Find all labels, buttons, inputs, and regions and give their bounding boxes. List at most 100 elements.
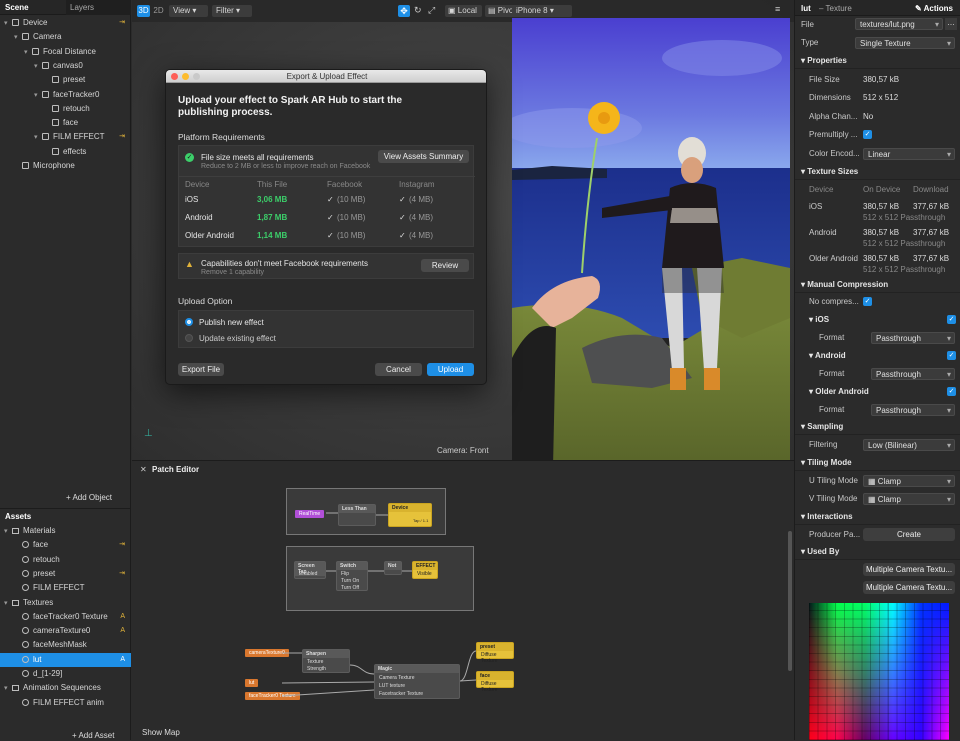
actions-button[interactable]: ✎ Actions <box>915 4 953 13</box>
less-than-node[interactable]: Less Than <box>338 504 376 526</box>
device-select[interactable]: iPhone 8 ▾ <box>512 5 572 17</box>
add-asset-button[interactable]: + Add Asset <box>72 731 114 740</box>
preset-output-node[interactable]: preset Diffuse Texture <box>476 642 514 664</box>
older-android-subsection[interactable]: ▾ Older Android <box>795 383 960 400</box>
cancel-button[interactable]: Cancel <box>375 363 422 376</box>
update-existing-label[interactable]: Update existing effect <box>199 334 276 343</box>
close-patch-editor-icon[interactable]: ✕ <box>140 465 147 474</box>
switch-node[interactable]: Switch Flip Turn On Turn Off <box>336 561 368 591</box>
older-android-format-select[interactable]: Passthrough <box>871 404 955 416</box>
expand-arrow-icon[interactable]: ▾ <box>24 46 32 60</box>
assets-tree-item[interactable]: ▾ Materials <box>0 524 131 538</box>
used-by-item-1[interactable]: Multiple Camera Textu... <box>863 563 955 576</box>
used-by-item-2[interactable]: Multiple Camera Textu... <box>863 581 955 594</box>
used-by-section[interactable]: ▾ Used By <box>795 544 960 560</box>
magic-node[interactable]: Magic Camera Texture LUT texture Facetracke… <box>374 664 460 699</box>
ios-subsection[interactable]: ▾ iOS <box>795 311 960 328</box>
realtime-node[interactable]: RealTime <box>295 510 325 518</box>
scene-tree-item[interactable]: ▾ Focal Distance <box>0 45 131 59</box>
sharpen-node[interactable]: Sharpen Texture Strength <box>302 649 350 673</box>
properties-section[interactable]: ▾ Properties <box>795 53 960 69</box>
export-file-button[interactable]: Export File <box>178 363 224 376</box>
move-tool-icon[interactable]: ✥ <box>398 5 410 17</box>
simulator-preview[interactable] <box>512 18 790 460</box>
tab-scene[interactable]: Scene <box>5 3 29 12</box>
scene-tree-item[interactable]: retouch <box>0 102 131 116</box>
older-android-checkbox[interactable]: ✓ <box>947 387 956 396</box>
local-toggle[interactable]: ▣ Local <box>445 5 482 17</box>
face-output-node[interactable]: face Diffuse Texture <box>476 671 514 693</box>
scene-tree-item[interactable]: Microphone <box>0 159 131 173</box>
assets-tree-item[interactable]: d_[1-29] <box>0 667 131 681</box>
expand-arrow-icon[interactable]: ▾ <box>34 89 42 103</box>
view-assets-summary-button[interactable]: View Assets Summary <box>378 150 469 163</box>
cameratexture0-node[interactable]: cameraTexture0 <box>245 649 289 657</box>
android-format-select[interactable]: Passthrough <box>871 368 955 380</box>
upload-button[interactable]: Upload <box>427 363 474 376</box>
expand-arrow-icon[interactable]: ▾ <box>4 597 12 611</box>
assets-tree-item[interactable]: FILM EFFECT <box>0 581 131 595</box>
tab-layers[interactable]: Layers <box>66 0 131 15</box>
rotate-tool-icon[interactable]: ↻ <box>414 5 422 16</box>
filtering-select[interactable]: Low (Bilinear) <box>863 439 955 451</box>
device-node[interactable]: Device Tap / 1.1 <box>388 503 432 527</box>
expand-arrow-icon[interactable]: ▾ <box>4 682 12 696</box>
create-producer-button[interactable]: Create <box>863 528 955 541</box>
update-existing-radio[interactable] <box>185 334 193 342</box>
mode-2d-button[interactable]: 2D <box>152 5 165 17</box>
v-tiling-select[interactable]: ▦ Clamp <box>863 493 955 505</box>
expand-arrow-icon[interactable]: ▾ <box>34 60 42 74</box>
lut-node[interactable]: lut <box>245 679 259 687</box>
scene-tree-item[interactable]: ▾ faceTracker0 <box>0 88 131 102</box>
manual-compression-section[interactable]: ▾ Manual Compression <box>795 277 960 293</box>
scene-tree-item[interactable]: preset <box>0 73 131 87</box>
assets-tree-item[interactable]: preset ⇥ <box>0 567 131 581</box>
scene-tree-item[interactable]: face <box>0 116 131 130</box>
android-subsection[interactable]: ▾ Android <box>795 347 960 364</box>
assets-tree-item[interactable]: lut A <box>0 652 131 667</box>
show-map-button[interactable]: Show Map <box>142 728 180 737</box>
scene-tree-item[interactable]: ▾ FILM EFFECT ⇥ <box>0 130 131 144</box>
interactions-section[interactable]: ▾ Interactions <box>795 509 960 525</box>
expand-arrow-icon[interactable]: ▾ <box>4 17 12 31</box>
assets-tree-item[interactable]: ▾ Animation Sequences <box>0 681 131 695</box>
publish-new-radio[interactable] <box>185 318 193 326</box>
review-button[interactable]: Review <box>421 259 469 272</box>
mode-3d-button[interactable]: 3D <box>137 5 150 17</box>
view-menu[interactable]: View ▾ <box>169 5 208 17</box>
assets-tree-item[interactable]: cameraTexture0 A <box>0 624 131 638</box>
scale-tool-icon[interactable]: ⤢ <box>428 5 435 16</box>
publish-new-label[interactable]: Publish new effect <box>199 318 264 327</box>
color-encoding-select[interactable]: Linear <box>863 148 955 160</box>
android-checkbox[interactable]: ✓ <box>947 351 956 360</box>
expand-arrow-icon[interactable]: ▾ <box>14 31 22 45</box>
file-field[interactable]: textures/lut.png <box>855 18 943 30</box>
expand-arrow-icon[interactable]: ▾ <box>4 525 12 539</box>
ios-checkbox[interactable]: ✓ <box>947 315 956 324</box>
assets-tree-item[interactable]: retouch <box>0 553 131 567</box>
add-object-button[interactable]: + Add Object <box>66 493 112 502</box>
not-node[interactable]: Not <box>384 561 402 575</box>
texture-sizes-section[interactable]: ▾ Texture Sizes <box>795 164 960 180</box>
sampling-section[interactable]: ▾ Sampling <box>795 419 960 435</box>
assets-tree-item[interactable]: faceTracker0 Texture A <box>0 610 131 624</box>
menu-icon[interactable]: ≡ <box>775 4 780 14</box>
assets-tree-item[interactable]: face ⇥ <box>0 538 131 552</box>
patch-scrollbar[interactable] <box>788 531 792 671</box>
effect-node[interactable]: EFFECT Visible <box>412 561 438 579</box>
scene-tree-item[interactable]: ▾ Camera <box>0 30 131 44</box>
u-tiling-select[interactable]: ▦ Clamp <box>863 475 955 487</box>
assets-tree-item[interactable]: FILM EFFECT anim <box>0 696 131 710</box>
type-select[interactable]: Single Texture <box>855 37 955 49</box>
premultiply-checkbox[interactable]: ✓ <box>863 130 872 139</box>
scene-tree-item[interactable]: ▾ Device ⇥ <box>0 16 131 30</box>
assets-tree-item[interactable]: faceMeshMask <box>0 638 131 652</box>
facetracker0-texture-node[interactable]: faceTracker0 Texture <box>245 692 300 700</box>
filter-menu[interactable]: Filter ▾ <box>212 5 252 17</box>
screen-tap-node[interactable]: Screen Tap Enabled <box>294 561 326 579</box>
patch-editor[interactable]: ✕ Patch Editor Show Map RealTime Less Th… <box>132 460 794 740</box>
ios-format-select[interactable]: Passthrough <box>871 332 955 344</box>
file-browse-button[interactable]: … <box>945 18 957 30</box>
scene-tree-item[interactable]: effects <box>0 145 131 159</box>
assets-tree-item[interactable]: ▾ Textures <box>0 596 131 610</box>
